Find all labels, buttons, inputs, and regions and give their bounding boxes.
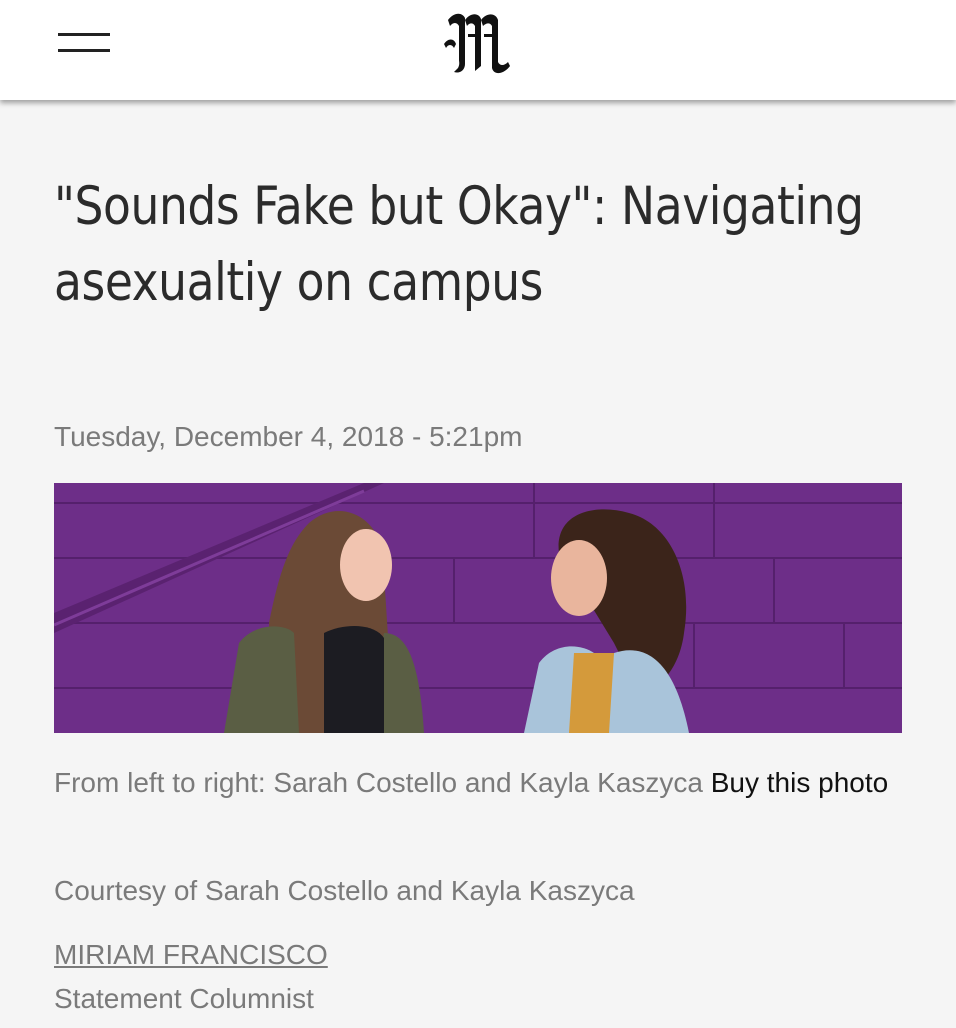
photo-caption-text: From left to right: Sarah Costello and K… (54, 767, 703, 798)
photo-caption: From left to right: Sarah Costello and K… (54, 761, 914, 805)
photo-credit: Courtesy of Sarah Costello and Kayla Kas… (54, 875, 635, 906)
article-headline: "Sounds Fake but Okay": Navigating asexu… (54, 176, 864, 313)
article-page: "Sounds Fake but Okay": Navigating asexu… (2, 103, 952, 1028)
two-women-purple-wall-image (54, 483, 902, 733)
top-navigation-bar (0, 0, 956, 100)
site-logo[interactable] (438, 4, 522, 82)
hamburger-menu-icon[interactable] (58, 30, 110, 56)
article-dateline: Tuesday, December 4, 2018 - 5:21pm (54, 421, 523, 452)
article-photo[interactable] (54, 483, 902, 733)
author-role: Statement Columnist (54, 983, 314, 1014)
blackletter-m-logo-icon (444, 13, 510, 74)
buy-photo-link[interactable]: Buy this photo (711, 767, 888, 798)
author-link[interactable]: MIRIAM FRANCISCO (54, 939, 328, 971)
